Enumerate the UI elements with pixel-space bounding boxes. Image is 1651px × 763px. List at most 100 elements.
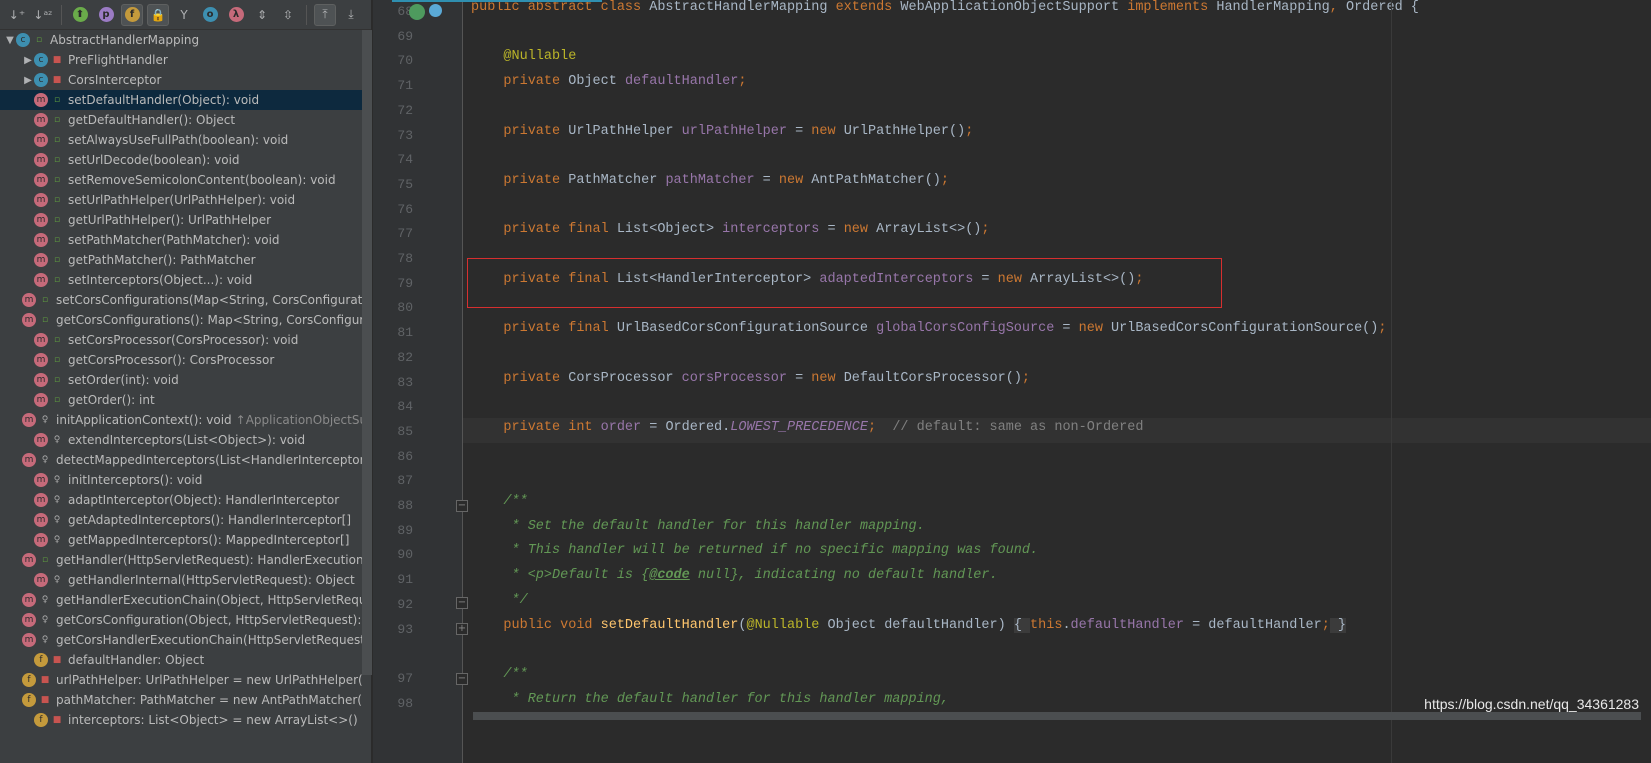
tree-item[interactable]: m ▫ getCorsConfigurations(): Map<String, C… — [0, 310, 362, 330]
collapse-all-button[interactable]: ⇳ — [277, 4, 299, 26]
tree-item[interactable]: m ♀ getMappedInterceptors(): MappedInterce… — [0, 530, 362, 550]
tree-item[interactable]: m ♀ initInterceptors(): void — [0, 470, 362, 490]
code-token: * Set the default handler for this handl… — [471, 518, 925, 534]
tree-item[interactable]: m ▫ setInterceptors(Object...): void — [0, 270, 362, 290]
sort-alphabetically-button[interactable]: ↓ᵃᶻ — [32, 4, 54, 26]
tree-item[interactable]: m ▫ setUrlPathHelper(UrlPathHelper): void — [0, 190, 362, 210]
tree-item[interactable]: m ▫ getUrlPathHelper(): UrlPathHelper — [0, 210, 362, 230]
tree-item[interactable]: m ♀ detectMappedInterceptors(List<HandlerI… — [0, 450, 362, 470]
tree-item-label: interceptors: List<Object> = new ArrayLi… — [68, 713, 358, 727]
expand-all-icon: ⇕ — [256, 7, 268, 22]
autoscroll-to-source-button[interactable]: ⤒ — [314, 3, 336, 26]
tree-item[interactable]: m ♀ getHandlerInternal(HttpServletRequest)… — [0, 570, 362, 590]
show-fields-button[interactable]: f — [121, 3, 143, 26]
overridden-gutter-icon[interactable] — [429, 4, 442, 17]
code-token: PathMatcher — [568, 172, 666, 188]
tree-item[interactable]: m ▫ getOrder(): int — [0, 390, 362, 410]
tree-item[interactable]: m ▫ setAlwaysUseFullPath(boolean): void — [0, 130, 362, 150]
code-token: new — [811, 370, 844, 386]
code-token: * This handler will be returned if no sp… — [471, 543, 1039, 559]
tree-item[interactable]: m ▫ getCorsProcessor(): CorsProcessor — [0, 350, 362, 370]
line-number: 74 — [397, 152, 413, 168]
sort-by-visibility-icon: ↓⁺ — [8, 7, 26, 22]
code-token: new — [778, 172, 812, 188]
fold-toggle-icon[interactable]: − — [456, 597, 468, 609]
show-properties-button[interactable]: p — [95, 4, 117, 26]
tree-item-label: extendInterceptors(List<Object>): void — [68, 433, 306, 447]
expand-arrow-icon[interactable]: ▶ — [22, 55, 34, 66]
tree-item-label: getDefaultHandler(): Object — [68, 113, 236, 127]
structure-tree: ▼ c ▫ AbstractHandlerMapping ▶ c ■ PreFlightHan… — [0, 30, 362, 763]
tree-item[interactable]: ▶ c ■ CorsInterceptor — [0, 70, 362, 90]
tree-item[interactable]: ▼ c ▫ AbstractHandlerMapping — [0, 30, 362, 50]
tree-item[interactable]: m ▫ getDefaultHandler(): Object — [0, 110, 362, 130]
code-line: private CorsProcessor corsProcessor = ne… — [471, 371, 1030, 395]
protected-key-icon: ♀ — [53, 475, 61, 485]
public-access-icon: ▫ — [41, 555, 49, 565]
line-number: 70 — [397, 53, 413, 69]
tree-item[interactable]: m ♀ getCorsConfiguration(Object, HttpServl… — [0, 610, 362, 630]
tree-item[interactable]: m ♀ extendInterceptors(List<Object>): void — [0, 430, 362, 450]
horizontal-scrollbar[interactable] — [473, 712, 1641, 720]
fold-toggle-icon[interactable]: − — [456, 673, 468, 685]
autoscroll-to-source-icon: ⤒ — [322, 7, 328, 21]
code-token: = — [1054, 321, 1079, 337]
tree-item-label: getHandlerExecutionChain(Object, HttpSer… — [56, 593, 362, 607]
tree-item[interactable]: m ▫ getHandler(HttpServletRequest): Handle… — [0, 550, 362, 570]
show-non-public-button[interactable]: 🔒 — [147, 3, 169, 26]
show-lambdas-button[interactable]: o — [199, 4, 221, 26]
line-number: 72 — [397, 102, 413, 118]
code-token: new — [843, 222, 877, 238]
fold-toggle-icon[interactable]: − — [456, 500, 468, 512]
tree-item[interactable]: m ▫ setRemoveSemicolonContent(boolean): vo… — [0, 170, 362, 190]
structure-scrollbar[interactable] — [362, 30, 372, 675]
expand-arrow-icon[interactable]: ▼ — [4, 35, 16, 46]
tree-item[interactable]: m ▫ setOrder(int): void — [0, 370, 362, 390]
tree-item-label: setCorsProcessor(CorsProcessor): void — [68, 333, 299, 347]
tree-item[interactable]: m ▫ getPathMatcher(): PathMatcher — [0, 250, 362, 270]
sort-by-visibility-button[interactable]: ↓⁺ — [6, 4, 28, 26]
method-icon: m — [34, 253, 48, 267]
field-icon: f — [22, 693, 36, 707]
active-tab-indicator — [392, 0, 602, 2]
tree-item[interactable]: m ▫ setDefaultHandler(Object): void — [0, 90, 362, 110]
code-token: CorsProcessor — [568, 370, 682, 386]
tree-item[interactable]: m ♀ initApplicationContext(): void ↑Applica… — [0, 410, 362, 430]
code-line: private final UrlBasedCorsConfigurationS… — [471, 321, 1386, 345]
tree-item[interactable]: f ■ interceptors: List<Object> = new Array… — [0, 710, 362, 730]
tree-item[interactable]: m ♀ adaptInterceptor(Object): HandlerInter… — [0, 490, 362, 510]
code-token: Object defaultHandler) — [827, 617, 1014, 633]
tree-item[interactable]: m ▫ setPathMatcher(PathMatcher): void — [0, 230, 362, 250]
implements-gutter-icon[interactable] — [409, 4, 425, 20]
tree-item[interactable]: f ■ defaultHandler: Object — [0, 650, 362, 670]
tree-item-label: getAdaptedInterceptors(): HandlerInterce… — [68, 513, 352, 527]
tree-item-label: getOrder(): int — [68, 393, 155, 407]
expand-arrow-icon[interactable]: ▶ — [22, 75, 34, 86]
code-token: LOWEST_PRECEDENCE — [730, 419, 868, 435]
code-token: this — [1030, 617, 1063, 633]
tree-item[interactable]: m ▫ setUrlDecode(boolean): void — [0, 150, 362, 170]
show-lambda-button[interactable]: λ — [225, 4, 247, 26]
code-token: extends — [835, 0, 901, 15]
show-non-public-icon: 🔒 — [150, 7, 166, 22]
tree-item[interactable]: ▶ c ■ PreFlightHandler — [0, 50, 362, 70]
class-icon: c — [16, 33, 30, 47]
autoscroll-from-source-button[interactable]: ⤓ — [340, 4, 362, 26]
tree-item[interactable]: f ■ urlPathHelper: UrlPathHelper = new Url… — [0, 670, 362, 690]
tree-item[interactable]: m ♀ getAdaptedInterceptors(): HandlerInter… — [0, 510, 362, 530]
show-anonymous-button[interactable]: Y — [173, 4, 195, 26]
show-inherited-button[interactable]: ⬆ — [69, 4, 91, 26]
method-icon: m — [34, 533, 48, 547]
tree-item[interactable]: f ■ pathMatcher: PathMatcher = new AntPath… — [0, 690, 362, 710]
tree-item[interactable]: m ♀ getHandlerExecutionChain(Object, HttpS… — [0, 590, 362, 610]
fold-toggle-icon[interactable]: + — [456, 623, 468, 635]
tree-item[interactable]: m ▫ setCorsConfigurations(Map<String, Cors… — [0, 290, 362, 310]
tree-item[interactable]: m ▫ setCorsProcessor(CorsProcessor): void — [0, 330, 362, 350]
code-token: private — [471, 370, 569, 386]
code-editor[interactable]: public abstract class AbstractHandlerMap… — [463, 0, 1651, 763]
code-token: AbstractHandlerMapping — [649, 0, 836, 15]
code-token: ; — [1021, 370, 1031, 386]
code-token: private — [471, 123, 569, 139]
tree-item[interactable]: m ♀ getCorsHandlerExecutionChain(HttpServl… — [0, 630, 362, 650]
expand-all-button[interactable]: ⇕ — [251, 4, 273, 26]
